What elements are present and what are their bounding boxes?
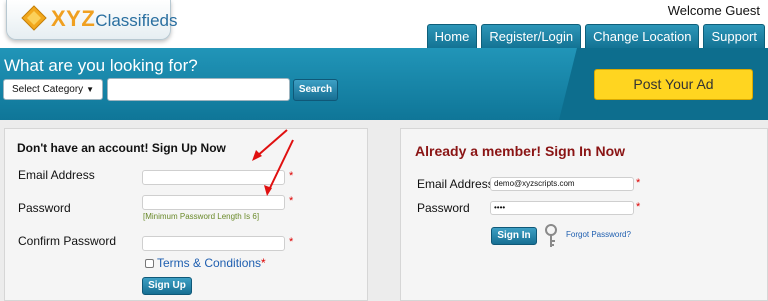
password-hint: [Minimum Password Length Is 6] bbox=[143, 212, 260, 221]
search-title: What are you looking for? bbox=[4, 56, 198, 75]
signup-email-field[interactable] bbox=[142, 170, 285, 185]
signup-email-label: Email Address bbox=[18, 168, 95, 182]
search-input[interactable] bbox=[107, 78, 290, 101]
terms-link[interactable]: Terms & Conditions* bbox=[157, 256, 266, 270]
key-icon bbox=[545, 224, 557, 247]
search-button[interactable]: Search bbox=[293, 79, 338, 101]
signin-password-label: Password bbox=[417, 201, 470, 215]
signin-title: Already a member! Sign In Now bbox=[415, 143, 626, 159]
signin-email-field[interactable]: demo@xyzscripts.com bbox=[490, 177, 634, 191]
logo-text: XYZClassifieds bbox=[51, 6, 178, 31]
terms-checkbox[interactable] bbox=[145, 259, 154, 268]
category-select[interactable]: Select Category ▼ bbox=[3, 79, 103, 100]
forgot-password-link[interactable]: Forgot Password? bbox=[566, 230, 631, 239]
signup-password-required: * bbox=[289, 195, 294, 207]
signup-button[interactable]: Sign Up bbox=[142, 277, 192, 295]
post-ad-button[interactable]: Post Your Ad bbox=[594, 69, 753, 100]
signup-confirm-required: * bbox=[289, 236, 294, 248]
logo-diamond-icon bbox=[21, 5, 47, 31]
signin-button[interactable]: Sign In bbox=[491, 227, 537, 245]
dropdown-arrow-icon: ▼ bbox=[86, 85, 94, 94]
signup-confirm-field[interactable] bbox=[142, 236, 285, 251]
category-selected-value: Select Category bbox=[12, 84, 84, 95]
nav-tab-change-location[interactable]: Change Location bbox=[585, 24, 700, 48]
main-nav: Home Register/Login Change Location Supp… bbox=[426, 24, 765, 48]
signup-confirm-label: Confirm Password bbox=[18, 234, 117, 248]
site-logo[interactable]: XYZClassifieds bbox=[6, 0, 178, 40]
signup-email-required: * bbox=[289, 170, 294, 182]
nav-tab-support[interactable]: Support bbox=[703, 24, 765, 48]
nav-tab-register-login[interactable]: Register/Login bbox=[481, 24, 582, 48]
signup-title: Don't have an account! Sign Up Now bbox=[17, 141, 226, 155]
terms-label[interactable]: Terms & Conditions bbox=[157, 256, 261, 270]
terms-required: * bbox=[261, 256, 266, 270]
site-header: XYZClassifieds Welcome Guest Home Regist… bbox=[0, 0, 768, 50]
signup-password-label: Password bbox=[18, 201, 71, 215]
signin-password-field[interactable]: •••• bbox=[490, 201, 634, 215]
nav-tab-home[interactable]: Home bbox=[426, 24, 478, 48]
signin-email-label: Email Address bbox=[417, 177, 494, 191]
signin-email-required: * bbox=[636, 177, 641, 189]
welcome-text: Welcome Guest bbox=[667, 3, 760, 18]
signup-password-field[interactable] bbox=[142, 195, 285, 210]
logo-sub: Classifieds bbox=[95, 11, 178, 30]
signin-password-required: * bbox=[636, 201, 641, 213]
